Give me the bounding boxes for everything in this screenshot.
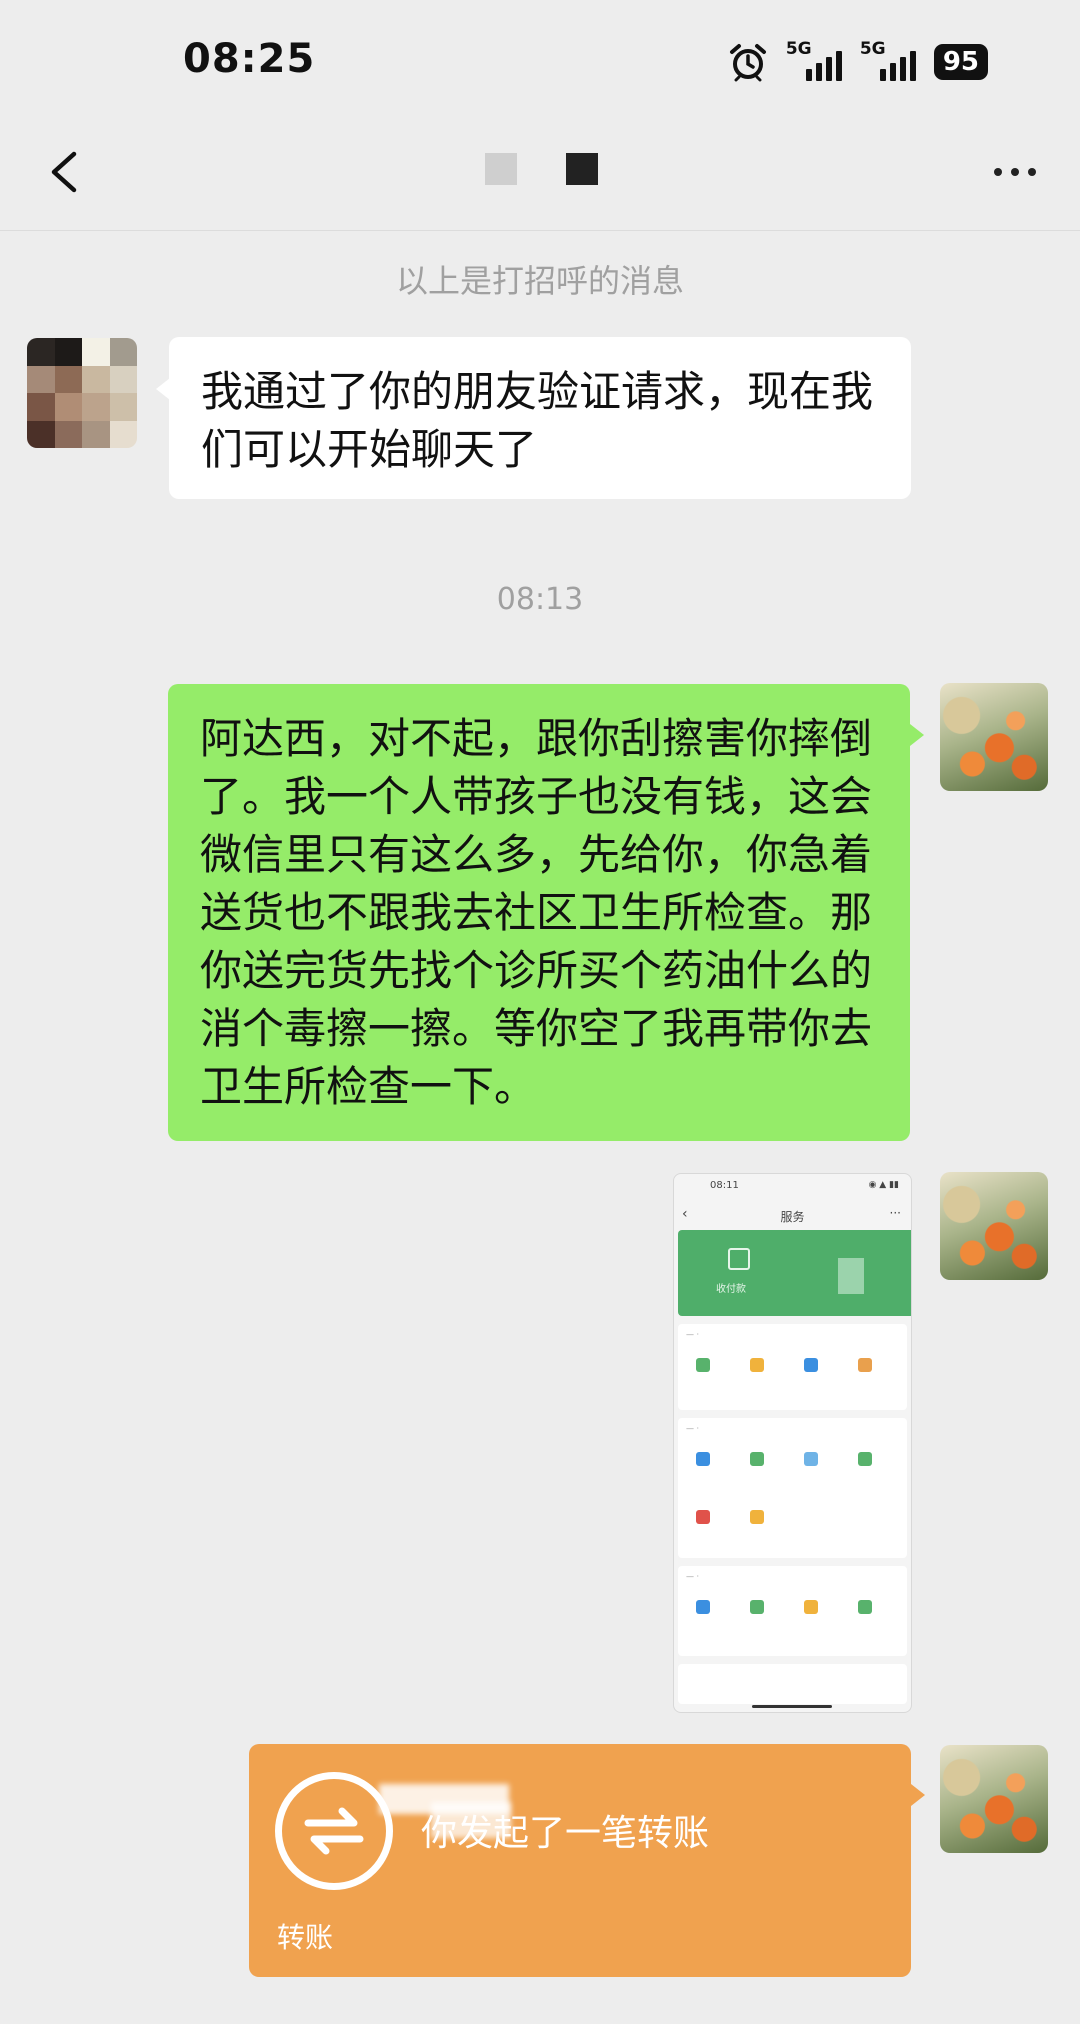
chat-header bbox=[0, 120, 1080, 231]
screenshot-image-message[interactable]: 08:11 ◉ ▲ ▮▮ ‹ 服务 ··· 收付款 — · — · — · bbox=[673, 1173, 912, 1713]
service-section: — · bbox=[678, 1324, 907, 1410]
signal-icon-1: 5G bbox=[786, 39, 842, 85]
greeting-notice: 以上是打招呼的消息 bbox=[395, 262, 684, 300]
status-time: 08:25 bbox=[183, 36, 316, 82]
contact-name-redacted-2 bbox=[566, 153, 598, 185]
friend-avatar[interactable] bbox=[27, 338, 137, 448]
my-avatar[interactable] bbox=[940, 683, 1048, 791]
service-section bbox=[678, 1664, 907, 1704]
back-button[interactable] bbox=[36, 140, 100, 204]
signal-icon-2: 5G bbox=[860, 39, 916, 85]
payment-card: 收付款 bbox=[678, 1230, 911, 1316]
my-message-text: 阿达西，对不起，跟你刮擦害你摔倒了。我一个人带孩子也没有钱，这会微信里只有这么多… bbox=[200, 714, 873, 1111]
friend-message-bubble[interactable]: 我通过了你的朋友验证请求，现在我们可以开始聊天了 bbox=[169, 337, 911, 499]
scan-icon bbox=[728, 1248, 750, 1270]
transfer-card[interactable]: 你发起了一笔转账 转账 bbox=[249, 1744, 911, 1977]
status-icons: 5G 5G 95 bbox=[728, 36, 988, 88]
transfer-label: 转账 bbox=[277, 1921, 334, 1954]
bubble-tail bbox=[911, 1784, 925, 1806]
battery-indicator: 95 bbox=[933, 44, 988, 80]
transfer-arrows-icon bbox=[275, 1772, 393, 1890]
redaction-blur bbox=[431, 1802, 511, 1838]
service-section: — · bbox=[678, 1418, 907, 1558]
status-icons: ◉ ▲ ▮▮ bbox=[868, 1180, 899, 1190]
my-message-bubble[interactable]: 阿达西，对不起，跟你刮擦害你摔倒了。我一个人带孩子也没有钱，这会微信里只有这么多… bbox=[168, 684, 910, 1141]
bubble-tail bbox=[910, 724, 924, 746]
more-dots-icon bbox=[994, 168, 1002, 176]
service-section: — · bbox=[678, 1566, 907, 1656]
more-dots-icon: ··· bbox=[889, 1206, 901, 1220]
my-avatar[interactable] bbox=[940, 1745, 1048, 1853]
friend-message-text: 我通过了你的朋友验证请求，现在我们可以开始聊天了 bbox=[201, 367, 874, 474]
alarm-icon bbox=[729, 44, 766, 82]
more-button[interactable] bbox=[980, 150, 1050, 194]
contact-name-redacted-1 bbox=[485, 153, 517, 185]
chat-timestamp: 08:13 bbox=[496, 582, 584, 617]
my-avatar[interactable] bbox=[940, 1172, 1048, 1280]
bubble-tail bbox=[156, 378, 170, 400]
chevron-left-icon bbox=[51, 151, 77, 193]
